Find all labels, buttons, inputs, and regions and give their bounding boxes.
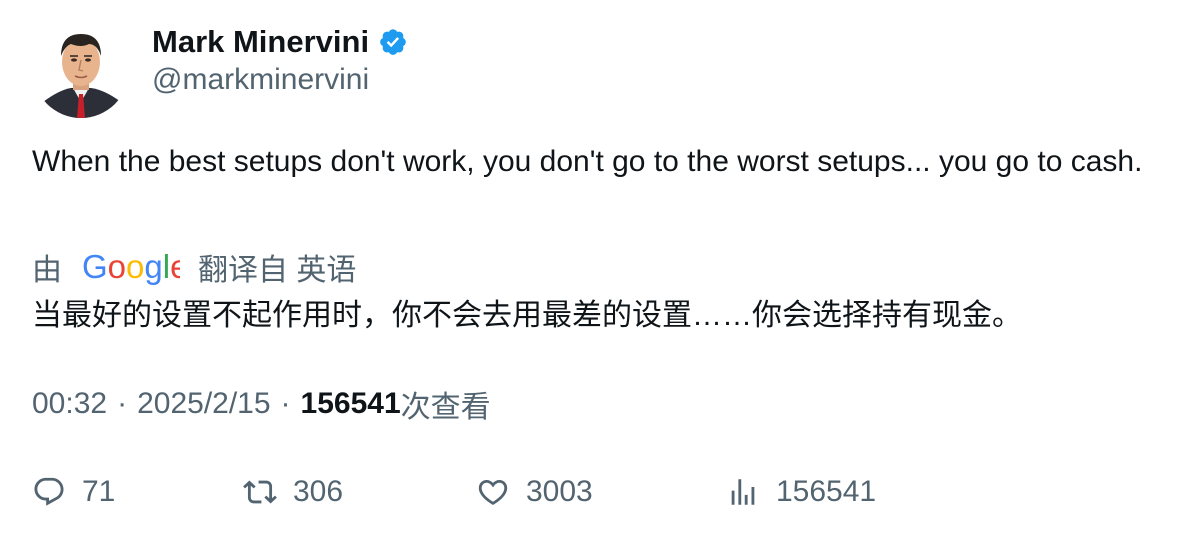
avatar-portrait-icon [33,22,129,118]
analytics-icon [731,479,755,505]
heart-icon [478,479,508,505]
translated-text: 当最好的设置不起作用时，你不会去用最差的设置……你会选择持有现金。 [32,299,1022,332]
author-handle[interactable]: @markminervini [152,63,369,97]
tweet-meta: 00:32 · 2025/2/15 · 156541 次查看 [32,384,491,424]
avatar[interactable] [33,22,129,118]
author-display-name[interactable]: Mark Minervini [152,24,369,60]
reply-button[interactable]: 71 [32,470,115,514]
svg-text:Google: Google [82,248,180,285]
author-name-row[interactable]: Mark Minervini [152,22,408,62]
reply-count: 71 [82,475,116,508]
retweet-button[interactable]: 306 [243,470,343,514]
like-count: 3003 [526,475,593,508]
meta-separator: · [117,387,128,420]
views-action-count: 156541 [776,475,877,508]
retweet-count: 306 [293,475,344,508]
meta-separator: · [280,387,291,420]
tweet-time[interactable]: 00:32 [32,387,107,421]
tweet-date[interactable]: 2025/2/15 [137,387,270,421]
views-label: 次查看 [400,391,491,424]
reply-icon [34,477,64,506]
retweet-icon [243,480,277,504]
verified-badge-icon[interactable] [378,27,408,57]
action-bar: 71 306 3003 156541 [0,470,1196,514]
views-button[interactable]: 156541 [726,470,876,514]
google-logo-icon: Google [82,247,188,287]
tweet-text: When the best setups don't work, you don… [32,145,1143,178]
like-button[interactable]: 3003 [476,470,593,514]
views-count: 156541 [300,387,401,420]
translated-by-label: 由 [32,254,62,287]
translated-from-label[interactable]: 翻译自 英语 [198,245,356,289]
translation-attribution: 由 Google 翻译自 英语 [32,246,356,288]
